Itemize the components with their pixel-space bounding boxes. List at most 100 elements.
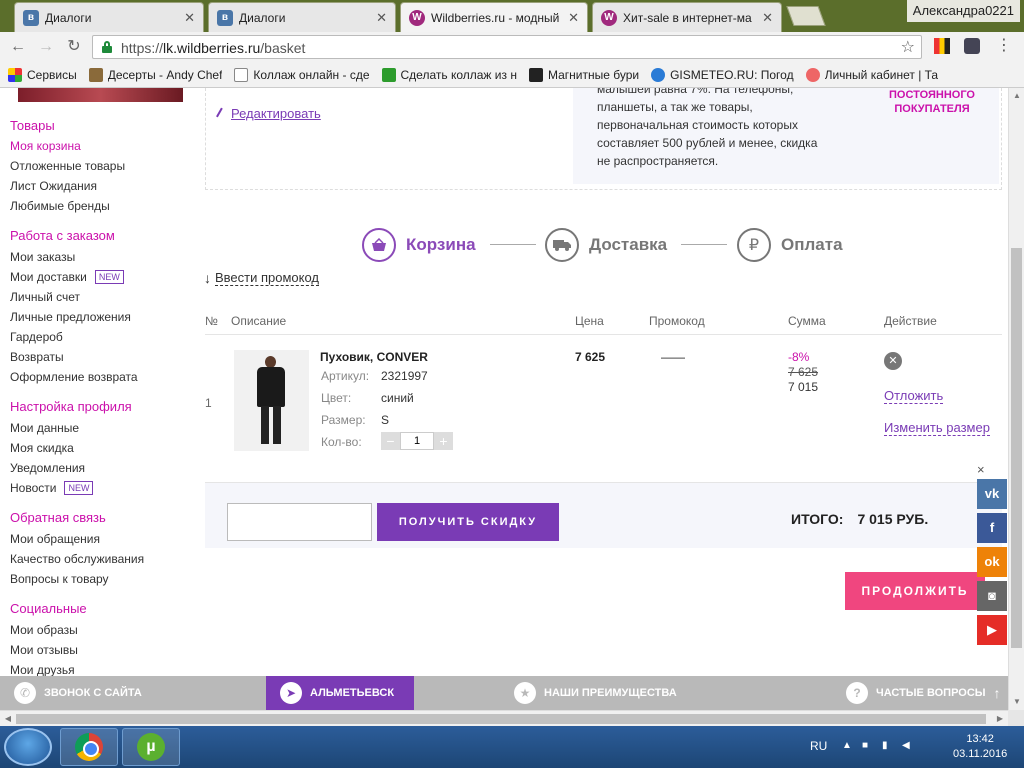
windows-start-button[interactable]: [4, 728, 52, 766]
sidebar-item-wardrobe[interactable]: Гардероб: [10, 330, 63, 344]
bookmark-item[interactable]: GISMETEO.RU: Погод: [651, 67, 794, 82]
sidebar-item-my-reviews[interactable]: Мои отзывы: [10, 643, 78, 657]
quantity-input[interactable]: [400, 432, 434, 450]
back-arrow-icon[interactable]: ←: [8, 37, 28, 57]
postpone-link[interactable]: Отложить: [884, 388, 944, 404]
browser-tab-active[interactable]: W Wildberries.ru - модный ✕: [400, 2, 588, 32]
browser-tab[interactable]: в Диалоги ✕: [208, 2, 396, 32]
browser-tab[interactable]: в Диалоги ✕: [14, 2, 204, 32]
bookmark-item[interactable]: Сделать коллаж из н: [381, 67, 517, 82]
scrollbar-thumb[interactable]: [1011, 248, 1022, 648]
close-tab-icon[interactable]: ✕: [762, 10, 773, 26]
size-value: S: [381, 413, 390, 427]
sidebar-item-product-questions[interactable]: Вопросы к товару: [10, 572, 109, 586]
column-header-description: Описание: [231, 314, 287, 328]
new-tab-button[interactable]: [786, 6, 826, 26]
product-image[interactable]: [234, 350, 309, 451]
scroll-up-arrow-icon[interactable]: ▲: [1009, 88, 1024, 104]
sidebar-item-my-looks[interactable]: Мои образы: [10, 623, 78, 637]
column-header-number: №: [205, 314, 218, 328]
vertical-scrollbar[interactable]: ▲ ▼: [1008, 88, 1024, 710]
city-selector[interactable]: ➤ АЛЬМЕТЬЕВСК: [266, 676, 415, 710]
sidebar-item-returns[interactable]: Возвраты: [10, 350, 64, 364]
faq-button[interactable]: ? ЧАСТЫЕ ВОПРОСЫ ↑: [846, 676, 1001, 710]
system-clock[interactable]: 13:42 03.11.2016: [953, 732, 1007, 762]
sidebar-item-offers[interactable]: Личные предложения: [10, 310, 131, 324]
remove-item-icon[interactable]: ✕: [884, 352, 902, 370]
browser-menu-icon[interactable]: ⋮: [996, 38, 1012, 54]
sidebar-item-my-data[interactable]: Мои данные: [10, 421, 79, 435]
language-indicator[interactable]: RU: [810, 739, 827, 753]
address-bar[interactable]: https://lk.wildberries.ru/basket ☆: [92, 35, 922, 59]
sidebar-item-notifications[interactable]: Уведомления: [10, 461, 85, 475]
sidebar-item-waitlist[interactable]: Лист Ожидания: [10, 179, 97, 193]
sidebar-item-account[interactable]: Личный счет: [10, 290, 80, 304]
sidebar-item-return-form[interactable]: Оформление возврата: [10, 370, 138, 384]
close-tab-icon[interactable]: ✕: [376, 10, 387, 26]
bookmark-item[interactable]: Магнитные бури: [528, 67, 639, 82]
extension-icon[interactable]: [934, 38, 950, 54]
bookmark-item[interactable]: Десерты - Andy Chef: [88, 67, 222, 82]
quantity-minus-button[interactable]: −: [381, 432, 400, 450]
wildberries-icon: W: [601, 9, 617, 26]
total-value: 7 015 РУБ.: [857, 511, 929, 527]
sidebar-item-my-discount[interactable]: Моя скидка: [10, 441, 74, 455]
edit-link[interactable]: Редактировать: [216, 106, 321, 121]
discount-code-input[interactable]: [227, 503, 372, 541]
advantages-button[interactable]: ★ НАШИ ПРЕИМУЩЕСТВА: [514, 676, 677, 710]
volume-icon[interactable]: ◀: [902, 740, 914, 752]
get-discount-button[interactable]: ПОЛУЧИТЬ СКИДКУ: [377, 503, 559, 541]
arrow-icon: [381, 67, 396, 82]
scrollbar-thumb[interactable]: [16, 714, 986, 724]
sidebar-item-orders[interactable]: Мои заказы: [10, 250, 75, 264]
tray-icon[interactable]: ■: [862, 740, 874, 752]
enter-promo-link[interactable]: ↓ Ввести промокод: [204, 270, 320, 286]
close-tab-icon[interactable]: ✕: [568, 10, 579, 26]
continue-button[interactable]: ПРОДОЛЖИТЬ: [845, 572, 985, 610]
vk-share-icon[interactable]: vk: [977, 479, 1007, 509]
network-icon[interactable]: ▮: [882, 740, 894, 752]
facebook-share-icon[interactable]: f: [977, 513, 1007, 543]
tray-arrow-icon[interactable]: ▲: [842, 740, 854, 752]
sidebar-item-my-friends[interactable]: Мои друзья: [10, 663, 75, 677]
youtube-share-icon[interactable]: ▶: [977, 615, 1007, 645]
callback-button[interactable]: ✆ ЗВОНОК С САЙТА: [14, 676, 142, 710]
step-delivery: Доставка: [545, 228, 667, 262]
close-social-icon[interactable]: ×: [977, 462, 985, 477]
browser-tab[interactable]: W Хит-sale в интернет-ма ✕: [592, 2, 782, 32]
scroll-up-icon[interactable]: ↑: [994, 685, 1001, 701]
close-tab-icon[interactable]: ✕: [184, 10, 195, 26]
odnoklassniki-share-icon[interactable]: ok: [977, 547, 1007, 577]
quantity-plus-button[interactable]: +: [434, 432, 453, 450]
bookmark-item[interactable]: Личный кабинет | Та: [805, 67, 938, 82]
sidebar-item-deliveries[interactable]: Мои доставки NEW: [10, 270, 124, 284]
scroll-right-arrow-icon[interactable]: ▶: [992, 711, 1008, 727]
forward-arrow-icon[interactable]: →: [36, 37, 56, 57]
change-size-link[interactable]: Изменить размер: [884, 420, 990, 436]
loyal-customer-note: ПОСТОЯННОГО ПОКУПАТЕЛЯ: [889, 89, 975, 115]
sidebar-item-my-requests[interactable]: Мои обращения: [10, 532, 100, 546]
sidebar-item-postponed[interactable]: Отложенные товары: [10, 159, 125, 173]
browser-tabstrip: в Диалоги ✕ в Диалоги ✕ W Wildberries.ru…: [0, 0, 1024, 32]
sidebar-item-my-basket[interactable]: Моя корзина: [10, 139, 81, 153]
old-sum: 7 625: [788, 365, 819, 379]
horizontal-scrollbar[interactable]: ◀ ▶: [0, 710, 1008, 726]
taskbar-chrome[interactable]: [60, 728, 118, 766]
scroll-down-arrow-icon[interactable]: ▼: [1009, 694, 1024, 710]
scroll-left-arrow-icon[interactable]: ◀: [0, 711, 16, 727]
reload-icon[interactable]: ↻: [64, 37, 84, 57]
step-divider: [490, 244, 536, 245]
chrome-icon: [75, 733, 103, 761]
taskbar-utorrent[interactable]: µ: [122, 728, 180, 766]
instagram-share-icon[interactable]: ◙: [977, 581, 1007, 611]
sidebar-item-favorite-brands[interactable]: Любимые бренды: [10, 199, 110, 213]
bookmark-star-icon[interactable]: ☆: [901, 37, 915, 57]
extension-icon[interactable]: [964, 38, 980, 54]
bookmark-item[interactable]: Коллаж онлайн - сде: [234, 67, 370, 82]
bookmark-item[interactable]: Сервисы: [8, 67, 77, 82]
product-name[interactable]: Пуховик, CONVER: [320, 350, 428, 364]
browser-user-name[interactable]: Александра0221: [906, 0, 1020, 22]
sidebar-item-service-quality[interactable]: Качество обслуживания: [10, 552, 144, 566]
sidebar-item-news[interactable]: Новости NEW: [10, 481, 94, 495]
page-viewport: Товары Моя корзина Отложенные товары Лис…: [0, 88, 1008, 710]
